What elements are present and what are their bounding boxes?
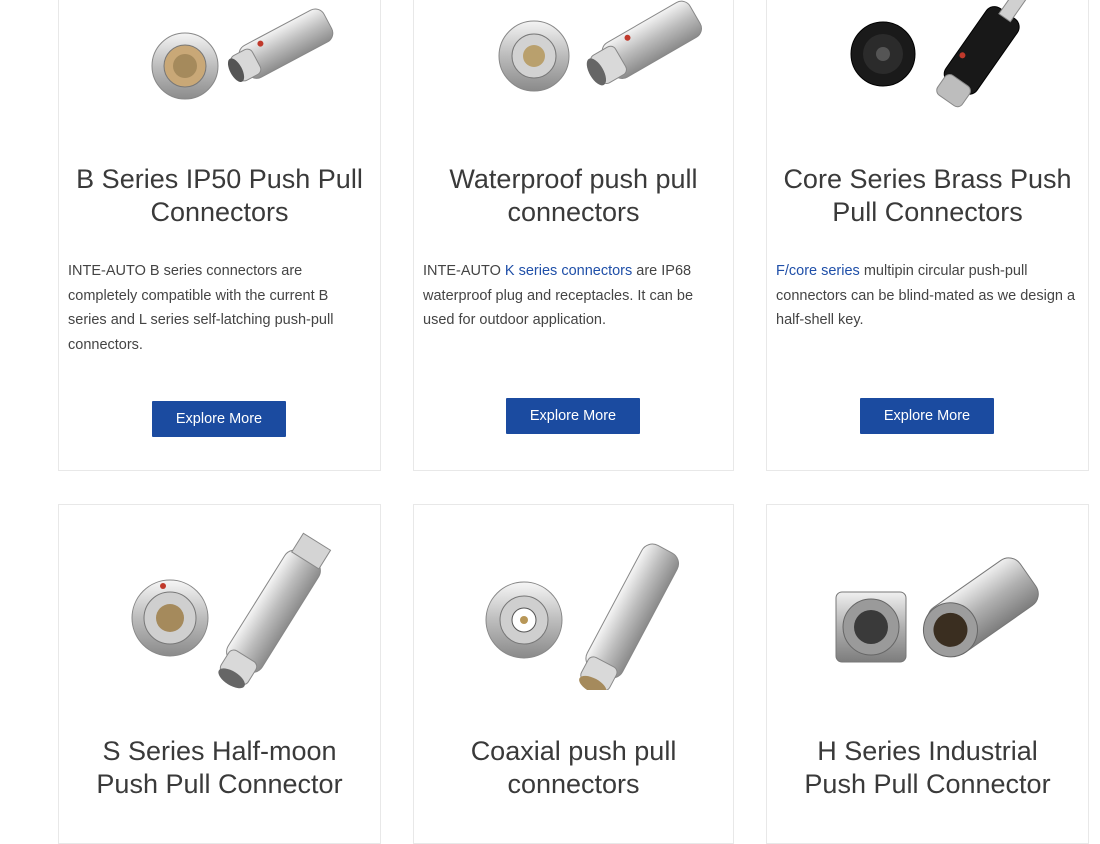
explore-more-button[interactable]: Explore More [152, 401, 286, 437]
card-title: Core Series Brass Push Pull Connectors [783, 164, 1072, 227]
card-description: F/core series multipin circular push-pul… [776, 263, 1076, 328]
connector-image-s-series[interactable] [59, 525, 380, 695]
card-title: Coaxial push pull connectors [470, 736, 677, 799]
connector-image [835, 557, 1039, 663]
product-card-core-series: Core Series Brass Push Pull Connectors F… [766, 0, 1089, 471]
connector-image-h-series[interactable] [767, 525, 1088, 695]
card-title: S Series Half-moon Push Pull Connector [96, 736, 343, 799]
k-series-link[interactable]: K series connectors [505, 263, 632, 279]
product-card-b-series: B Series IP50 Push Pull Connectors INTE-… [58, 0, 381, 471]
card-description: INTE-AUTO K series connectors are IP68 w… [423, 263, 694, 328]
product-card-coaxial: Coaxial push pull connectors [413, 504, 734, 844]
product-card-s-series: S Series Half-moon Push Pull Connector [58, 504, 381, 844]
connector-image [498, 0, 702, 91]
explore-more-button[interactable]: Explore More [506, 398, 640, 434]
connector-image-core-series[interactable] [767, 0, 1088, 116]
card-description: INTE-AUTO B series connectors are comple… [68, 263, 334, 353]
connector-image [131, 532, 331, 689]
product-card-h-series: H Series Industrial Push Pull Connector [766, 504, 1089, 844]
card-title: B Series IP50 Push Pull Connectors [76, 164, 363, 227]
connector-image-coaxial[interactable] [414, 525, 733, 695]
connector-image-waterproof[interactable] [414, 0, 733, 116]
card-title: Waterproof push pull connectors [449, 164, 698, 227]
card-title: H Series Industrial Push Pull Connector [804, 736, 1051, 799]
explore-more-button[interactable]: Explore More [860, 398, 994, 434]
connector-image [151, 8, 333, 100]
product-card-waterproof: Waterproof push pull connectors INTE-AUT… [413, 0, 734, 471]
connector-image-b-series[interactable] [59, 0, 380, 121]
f-core-series-link[interactable]: F/core series [776, 263, 860, 279]
connector-image [485, 543, 679, 690]
connector-image [850, 0, 1034, 107]
